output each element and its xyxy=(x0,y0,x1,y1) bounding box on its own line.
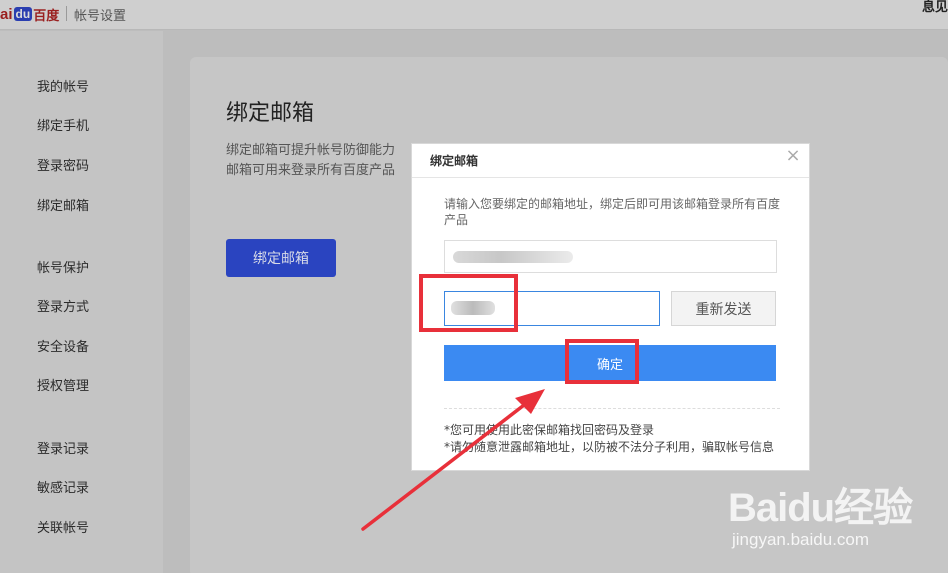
dialog-instructions: 请输入您要绑定的邮箱地址，绑定后即可用该邮箱登录所有百度产品 xyxy=(444,197,781,227)
sidebar-item-security-devices[interactable]: 安全设备 xyxy=(37,336,89,355)
sidebar-item-authorization[interactable]: 授权管理 xyxy=(37,375,89,394)
note-recovery: *您可用使用此密保邮箱找回密码及登录 xyxy=(444,423,655,437)
header-divider xyxy=(66,6,67,21)
baidu-jingyan-watermark: Baidu经验 jingyan.baidu.com xyxy=(728,475,948,573)
logo-text-left: ai xyxy=(0,5,13,23)
watermark-brand: Baidu经验 xyxy=(728,486,913,530)
highlight-box-confirm xyxy=(565,339,639,384)
description-line-2: 邮箱可用来登录所有百度产品 xyxy=(226,163,396,178)
bind-email-button[interactable]: 绑定邮箱 xyxy=(226,239,336,277)
sidebar-item-login-methods[interactable]: 登录方式 xyxy=(37,296,89,315)
email-field[interactable] xyxy=(444,240,777,273)
sidebar-item-login-password[interactable]: 登录密码 xyxy=(37,155,89,174)
sidebar-item-login-records[interactable]: 登录记录 xyxy=(37,438,89,457)
sidebar-item-my-account[interactable]: 我的帐号 xyxy=(37,76,89,95)
page-title: 绑定邮箱 xyxy=(226,101,315,126)
logo-text-right: 百度 xyxy=(33,8,60,24)
highlight-box-code xyxy=(419,274,518,332)
sidebar-item-sensitive-records[interactable]: 敏感记录 xyxy=(37,477,89,496)
dialog-header-divider xyxy=(412,177,809,178)
sidebar-item-account-protection[interactable]: 帐号保护 xyxy=(37,257,89,276)
watermark-url: jingyan.baidu.com xyxy=(732,530,870,549)
blurred-email-text xyxy=(453,251,573,263)
logo-paw-du: du xyxy=(13,7,33,21)
header-user-link[interactable]: 息见 xyxy=(922,0,948,15)
close-icon[interactable]: × xyxy=(784,147,802,165)
note-warning: *请勿随意泄露邮箱地址，以防被不法分子利用，骗取帐号信息 xyxy=(444,440,775,454)
baidu-logo[interactable]: ai du 百度 xyxy=(0,4,59,24)
sidebar-item-linked-accounts[interactable]: 关联帐号 xyxy=(37,517,89,536)
resend-button[interactable]: 重新发送 xyxy=(671,291,776,326)
sidebar: 我的帐号 绑定手机 登录密码 绑定邮箱 帐号保护 登录方式 安全设备 授权管理 … xyxy=(0,31,163,573)
page-description: 绑定邮箱可提升帐号防御能力 邮箱可用来登录所有百度产品 xyxy=(226,141,416,181)
sidebar-item-bind-phone[interactable]: 绑定手机 xyxy=(37,115,89,134)
top-header: ai du 百度 帐号设置 息见 xyxy=(0,0,948,30)
notes-divider xyxy=(444,408,780,409)
sidebar-item-bind-email[interactable]: 绑定邮箱 xyxy=(37,195,89,214)
dialog-title: 绑定邮箱 xyxy=(430,154,479,168)
description-line-1: 绑定邮箱可提升帐号防御能力 xyxy=(226,143,396,158)
header-title: 帐号设置 xyxy=(74,9,127,24)
